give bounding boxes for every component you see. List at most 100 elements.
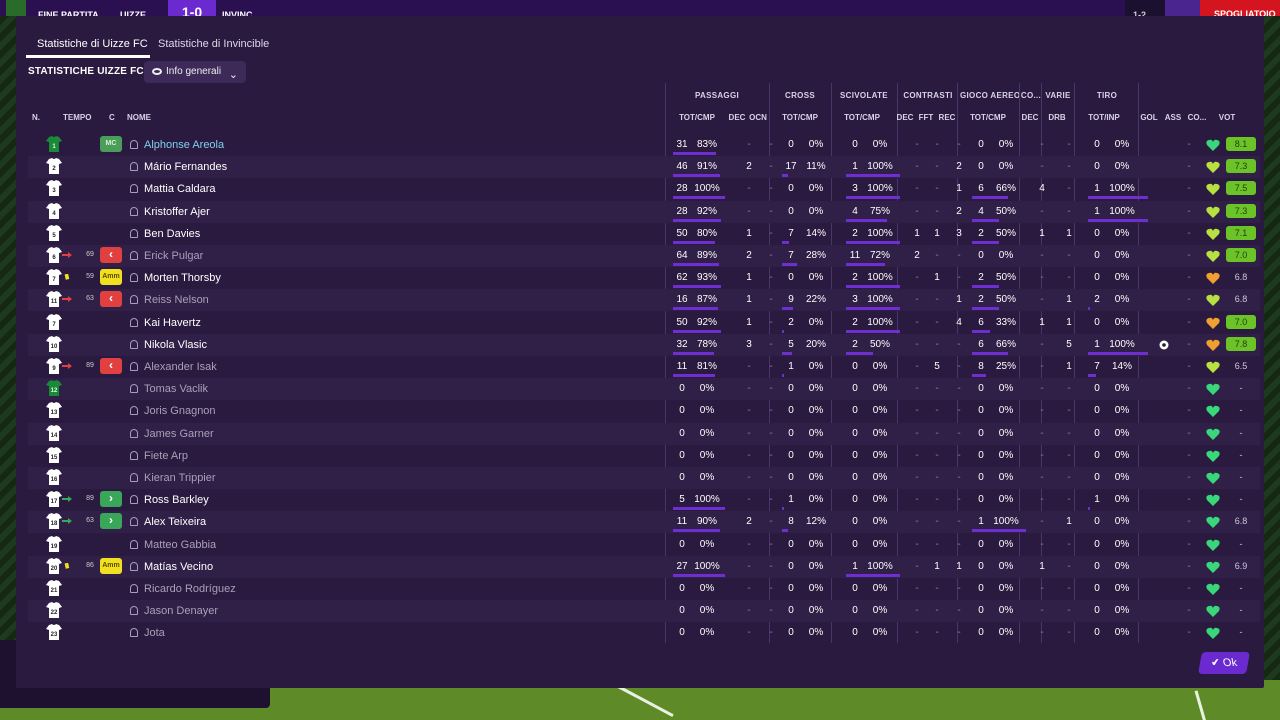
col-tiro[interactable]: TOT/INP (1082, 113, 1126, 122)
shots-total: 0 (1094, 538, 1100, 550)
chevron-down-icon[interactable] (1165, 0, 1200, 16)
player-name[interactable]: Jason Denayer (144, 605, 218, 617)
chevron-left-icon[interactable]: ‹ (100, 247, 122, 263)
player-name[interactable]: Kieran Trippier (144, 472, 216, 484)
table-row[interactable]: 1 MC Alphonse Areola 31 83% - - 0 0% 0 0% - - - 0 0% - - 0… (28, 134, 1260, 156)
contrasti-dec: - (915, 516, 919, 528)
table-row[interactable]: 16 Kieran Trippier 0 0% - - 0 0% 0 0% - - - 0 0% - - 0 0% -… (28, 467, 1260, 489)
col-vot[interactable]: VOT (1214, 113, 1240, 122)
player-name[interactable]: Ross Barkley (144, 494, 209, 506)
passes-bar (673, 507, 725, 511)
ok-button[interactable]: ✔ Ok (1198, 652, 1250, 674)
player-name[interactable]: Reiss Nelson (144, 294, 209, 306)
aerial-pct: 50% (995, 227, 1016, 239)
player-name[interactable]: Fiete Arp (144, 450, 188, 462)
col-ocn[interactable]: OCN (748, 113, 768, 122)
col-ass[interactable]: ASS (1164, 113, 1182, 122)
col-gol[interactable]: GOL (1140, 113, 1158, 122)
chevron-left-icon[interactable]: ‹ (100, 358, 122, 374)
table-row[interactable]: 21 Ricardo Rodríguez 0 0% - - 0 0% 0 0% - - - 0 0% - - 0 0… (28, 578, 1260, 600)
shirt-icon: 7 (46, 269, 62, 286)
table-row[interactable]: 7 Kai Havertz 50 92% 1-2 0% 2 100% - -4 6 33% 1 1 0 0% -… (28, 312, 1260, 334)
player-name[interactable]: Ricardo Rodríguez (144, 583, 236, 595)
player-name[interactable]: Matteo Gabbia (144, 539, 216, 551)
chevron-right-icon[interactable]: › (100, 491, 122, 508)
passes-dec: 2 (746, 161, 752, 173)
player-name[interactable]: Mattia Caldara (144, 183, 216, 195)
contrasti-rec: - (957, 605, 961, 617)
crosses-pct: 20% (805, 338, 826, 350)
table-row[interactable]: 5 Ben Davies 50 80% 1-7 14% 2 100% 1 1 3 2 50% 1 1 0 0% -… (28, 223, 1260, 245)
player-name[interactable]: Kai Havertz (144, 317, 201, 329)
view-dropdown[interactable]: Info generali ⌄ (144, 61, 246, 83)
player-name[interactable]: Nikola Vlasic (144, 339, 207, 351)
player-name[interactable]: Alex Teixeira (144, 516, 206, 528)
tackles-total: 0 (852, 361, 858, 372)
table-row[interactable]: 19 Matteo Gabbia 0 0% - - 0 0% 0 0% - - - 0 0% - - 0 0% - - (28, 534, 1260, 556)
player-name[interactable]: Alexander Isak (144, 361, 217, 373)
table-row[interactable]: 11 63 ‹ Reiss Nelson 16 87% 1 - 9 22% 3 100% - - 1 2 50%… (28, 289, 1260, 312)
table-row[interactable]: 2 Mário Fernandes 46 91% 2-17 11% 1 100% - -2 0 0% -… (28, 156, 1260, 179)
player-name[interactable]: Morten Thorsby (144, 272, 221, 284)
col-codec[interactable]: DEC (1021, 113, 1039, 122)
col-nome[interactable]: NOME (127, 113, 151, 122)
table-row[interactable]: 18 63 › Alex Teixeira 11 90% 2-8 12% 0 0% - - -1 100%… (28, 511, 1260, 534)
sub-off-icon (62, 363, 72, 369)
table-row[interactable]: 13 Joris Gnagnon 0 0% - - 0 0% 0 0% - - - 0 0% - - 0 0% - - (28, 400, 1260, 422)
player-name[interactable]: Kristoffer Ajer (144, 206, 210, 218)
table-row[interactable]: 3 Mattia Caldara 28 100% - - 0 0% 3 100% - - 1 6 66% 4 -… (28, 178, 1260, 200)
dribbles: 1 (1066, 361, 1072, 372)
col-cross[interactable]: TOT/CMP (778, 113, 822, 122)
table-row[interactable]: 14 James Garner 0 0% - - 0 0% 0 0% - - - 0 0% - - 0 0% - - (28, 422, 1260, 445)
table-row[interactable]: 15 Fiete Arp 0 0% - - 0 0% 0 0% - - - 0 0% - - 0 0% - - (28, 445, 1260, 467)
player-name[interactable]: Erick Pulgar (144, 250, 203, 262)
player-name[interactable]: James Garner (144, 428, 214, 440)
col-dec[interactable]: DEC (728, 113, 746, 122)
dressing-room-button[interactable]: SPOGLIATOIO (1200, 0, 1280, 16)
chevron-left-icon[interactable]: ‹ (100, 291, 122, 308)
player-name[interactable]: Tomas Vaclik (144, 383, 208, 395)
table-row[interactable]: 20 86 Amm Matías Vecino 27 100% - -0 0% 1 100% -1 1 0… (28, 555, 1260, 578)
col-drb[interactable]: DRB (1046, 113, 1068, 122)
col-cfft[interactable]: FFT (916, 113, 936, 122)
aerial-pct: 50% (995, 205, 1016, 217)
chevron-right-icon[interactable]: › (100, 513, 122, 530)
player-name[interactable]: Ben Davies (144, 228, 200, 240)
crosses-total: 0 (788, 272, 794, 284)
table-row[interactable]: 4 Kristoffer Ajer 28 92% - - 0 0% 4 75% - - 2 4 50% - - 1… (28, 200, 1260, 223)
table-row[interactable]: 6 69 ‹ Erick Pulgar 64 89% 2 - 7 28% 11 72% 2 - - 0 0% - -… (28, 245, 1260, 267)
aerial-pct: 66% (995, 183, 1016, 195)
table-row[interactable]: 12 Tomas Vaclik 0 0% - - 0 0% 0 0% - - - 0 0% - - 0 0% - - (28, 378, 1260, 401)
col-co[interactable]: CO... (1184, 113, 1210, 122)
passes-ocn: - (769, 605, 773, 617)
table-row[interactable]: 7 59 Amm Morten Thorsby 62 93% 1-0 0% 2 100% -1-2 5… (28, 267, 1260, 289)
table-row[interactable]: 9 89 ‹ Alexander Isak 11 81% - - 1 0% 0 0% - 5 - 8 25% - 1… (28, 356, 1260, 378)
player-name[interactable]: Alphonse Areola (144, 139, 224, 151)
tab-home-stats[interactable]: Statistiche di Uizze FC (37, 38, 148, 50)
crosses-total: 8 (788, 516, 794, 528)
contrasti-rec: - (957, 338, 961, 350)
table-row[interactable]: 17 89 › Ross Barkley 5 100% - - 1 0% 0 0% - - - 0 0% - - 1 0… (28, 489, 1260, 511)
football-icon (1159, 340, 1169, 350)
shirt-icon: 9 (46, 358, 62, 374)
col-n[interactable]: N. (32, 113, 40, 122)
tab-away-stats[interactable]: Statistiche di Invincible (158, 38, 269, 50)
player-name[interactable]: Jota (144, 627, 165, 639)
col-crec[interactable]: REC (936, 113, 958, 122)
match-rating: 8.1 (1226, 137, 1256, 151)
col-pass[interactable]: TOT/CMP (672, 113, 722, 122)
shots-total: 0 (1094, 316, 1100, 328)
player-name[interactable]: Mário Fernandes (144, 161, 227, 173)
player-name[interactable]: Matías Vecino (144, 561, 213, 573)
col-aereo[interactable]: TOT/CMP (966, 113, 1010, 122)
table-row[interactable]: 10 Nikola Vlasic 32 78% 3 - 5 20% 2 50% - - - 6 66% - 5 1… (28, 333, 1260, 356)
player-name[interactable]: Joris Gnagnon (144, 405, 216, 417)
col-tempo[interactable]: TEMPO (63, 113, 91, 122)
col-sciv[interactable]: TOT/CMP (840, 113, 884, 122)
table-row[interactable]: 22 Jason Denayer 0 0% - - 0 0% 0 0% - - - 0 0% - - 0 0% - - (28, 600, 1260, 623)
col-cdec[interactable]: DEC (896, 113, 914, 122)
contrasti-rec: 1 (956, 294, 962, 306)
col-c[interactable]: C (109, 113, 115, 122)
table-row[interactable]: 23 Jota 0 0% - - 0 0% 0 0% - - - 0 0% - - 0 0% - - (28, 622, 1260, 644)
shirt-icon: 17 (46, 491, 62, 508)
